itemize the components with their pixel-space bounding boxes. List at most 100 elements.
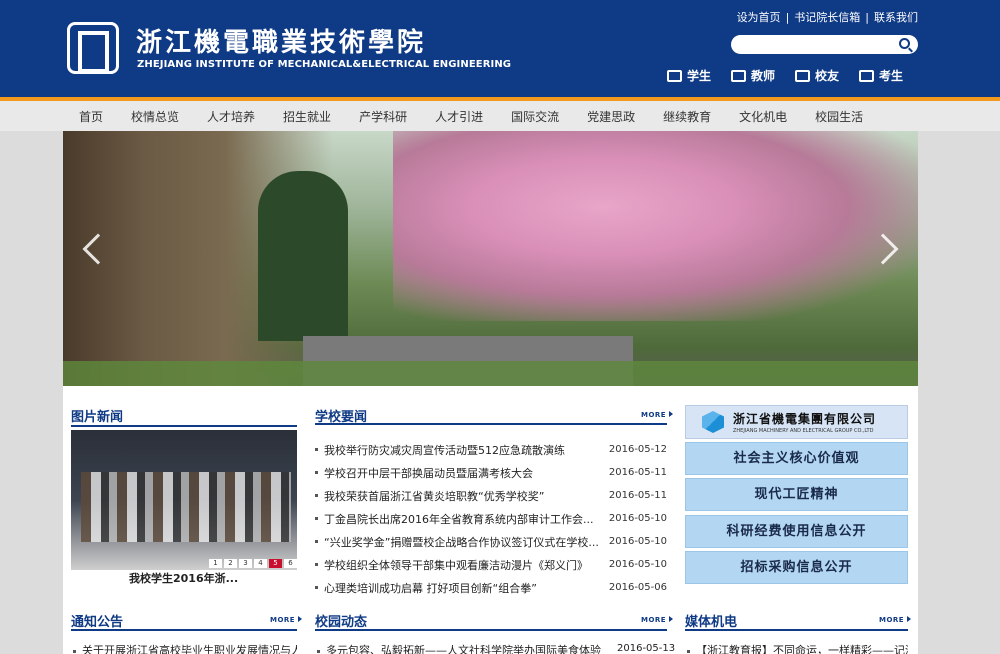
bullet (315, 517, 318, 520)
college-logo-icon[interactable] (67, 22, 119, 74)
group-company-banner[interactable]: 浙江省機電集團有限公司 ZHEJIANG MACHINERY AND ELECT… (685, 405, 908, 439)
news-title[interactable]: 我校荣获首届浙江省黄炎培职教“优秀学校奖” (324, 488, 614, 504)
nav-admissions[interactable]: 招生就业 (283, 108, 331, 125)
news-item[interactable]: 学校组织全体领导干部集中观看廉洁动漫片《郑义门》 2016-05-10 (315, 553, 667, 576)
news-title[interactable]: 学校组织全体领导干部集中观看廉洁动漫片《郑义门》 (324, 557, 614, 573)
school-news-more-link[interactable]: MORE (641, 411, 673, 419)
site-header: 浙江機電職業技術學院 ZHEJIANG INSTITUTE OF MECHANI… (0, 0, 1000, 97)
news-title[interactable]: 我校举行防灾减灾周宣传活动暨512应急疏散演练 (324, 442, 614, 458)
slide-dot[interactable]: 3 (239, 559, 252, 568)
news-item[interactable]: 我校举行防灾减灾周宣传活动暨512应急疏散演练 2016-05-12 (315, 438, 667, 461)
content-area: 图片新闻 1 2 3 4 5 6 我校学生2016年浙... 学校要闻 MORE… (63, 386, 918, 654)
news-item[interactable]: 我校荣获首届浙江省黄炎培职教“优秀学校奖” 2016-05-11 (315, 484, 667, 507)
search-icon[interactable] (899, 38, 910, 49)
news-item[interactable]: 学校召开中层干部换届动员暨届满考核大会 2016-05-11 (315, 461, 667, 484)
main-nav: 首页 校情总览 人才培养 招生就业 产学科研 人才引进 国际交流 党建思政 继续… (0, 101, 1000, 131)
campus-news-title[interactable]: 校园动态 (315, 611, 367, 630)
separator: | (865, 11, 869, 24)
alumni-icon (795, 69, 811, 82)
campus-news-more-link[interactable]: MORE (641, 616, 673, 624)
audience-student[interactable]: 学生 (667, 67, 711, 84)
college-name-en: ZHEJIANG INSTITUTE OF MECHANICAL&ELECTRI… (137, 59, 512, 70)
hero-banner[interactable] (63, 131, 918, 386)
section-divider (685, 629, 908, 631)
separator: | (785, 11, 790, 24)
news-title[interactable]: “兴业奖学金”捐赠暨校企战略合作协议签订仪式在学校... (324, 534, 614, 550)
audience-label: 校友 (815, 69, 840, 83)
news-date: 2016-05-12 (608, 444, 667, 455)
media-more-link[interactable]: MORE (879, 616, 911, 624)
notice-item[interactable]: 关于开展浙江省高校毕业生职业发展情况与人... (73, 642, 297, 654)
nav-continuing-ed[interactable]: 继续教育 (663, 108, 711, 125)
teacher-icon (731, 69, 747, 82)
search-box (731, 35, 918, 54)
bullet (315, 563, 318, 566)
contact-link[interactable]: 联系我们 (874, 11, 918, 24)
news-title[interactable]: 心理类培训成功启幕 打好项目创新“组合拳” (324, 580, 614, 596)
core-values-button[interactable]: 社会主义核心价值观 (685, 442, 908, 475)
notices-title[interactable]: 通知公告 (71, 611, 123, 630)
media-title[interactable]: 媒体机电 (685, 611, 737, 630)
audience-label: 考生 (879, 69, 904, 83)
news-date: 2016-05-06 (608, 582, 667, 593)
bullet (315, 540, 318, 543)
news-date: 2016-05-10 (608, 513, 667, 524)
bullet (317, 649, 320, 653)
audience-alumni[interactable]: 校友 (795, 67, 839, 84)
research-funds-button[interactable]: 科研经费使用信息公开 (685, 515, 908, 548)
college-name-cn[interactable]: 浙江機電職業技術學院 (136, 22, 426, 59)
news-item[interactable]: 心理类培训成功启幕 打好项目创新“组合拳” 2016-05-06 (315, 576, 667, 599)
campus-news-item[interactable]: 多元包容、弘毅拓新——人文社科学院举办国际美食体验... (317, 642, 602, 654)
campus-news-title-text[interactable]: 多元包容、弘毅拓新——人文社科学院举办国际美食体验... (326, 644, 602, 654)
campus-news-date: 2016-05-13 (617, 643, 676, 654)
photo-slide-dots: 1 2 3 4 5 6 (209, 559, 297, 568)
craftsman-spirit-button[interactable]: 现代工匠精神 (685, 478, 908, 511)
news-date: 2016-05-11 (608, 467, 667, 478)
bullet (73, 649, 76, 653)
bullet (315, 494, 318, 497)
notice-title[interactable]: 关于开展浙江省高校毕业生职业发展情况与人... (82, 644, 297, 654)
nav-recruitment[interactable]: 人才引进 (435, 108, 483, 125)
nav-education[interactable]: 人才培养 (207, 108, 255, 125)
news-date: 2016-05-10 (608, 559, 667, 570)
news-item[interactable]: “兴业奖学金”捐赠暨校企战略合作协议签订仪式在学校... 2016-05-10 (315, 530, 667, 553)
search-input[interactable] (739, 37, 889, 52)
section-divider (315, 629, 667, 631)
banner-grass (63, 361, 918, 386)
photo-news-image[interactable]: 1 2 3 4 5 6 (71, 430, 297, 570)
news-date: 2016-05-10 (608, 536, 667, 547)
news-item[interactable]: 丁金昌院长出席2016年全省教育系统内部审计工作会... 2016-05-10 (315, 507, 667, 530)
audience-teacher[interactable]: 教师 (731, 67, 775, 84)
photo-people (81, 472, 291, 542)
set-homepage-link[interactable]: 设为首页 (737, 11, 781, 24)
slide-dot[interactable]: 1 (209, 559, 222, 568)
slide-dot-active[interactable]: 5 (269, 559, 282, 568)
nav-home[interactable]: 首页 (79, 108, 103, 125)
slide-dot[interactable]: 4 (254, 559, 267, 568)
bullet (315, 448, 318, 451)
nav-overview[interactable]: 校情总览 (131, 108, 179, 125)
slide-dot[interactable]: 2 (224, 559, 237, 568)
audience-label: 教师 (751, 69, 776, 83)
news-title[interactable]: 丁金昌院长出席2016年全省教育系统内部审计工作会... (324, 511, 614, 527)
procurement-info-button[interactable]: 招标采购信息公开 (685, 551, 908, 584)
banner-pines (258, 171, 348, 341)
nav-party[interactable]: 党建思政 (587, 108, 635, 125)
photo-news-caption[interactable]: 我校学生2016年浙... (129, 570, 238, 586)
photo-news-title[interactable]: 图片新闻 (71, 406, 123, 425)
nav-research[interactable]: 产学科研 (359, 108, 407, 125)
media-item[interactable]: 【浙江教育报】不同命运，一样精彩——记浙... (687, 642, 908, 654)
media-item-title[interactable]: 【浙江教育报】不同命运，一样精彩——记浙... (696, 644, 908, 654)
audience-applicant[interactable]: 考生 (859, 67, 903, 84)
news-title[interactable]: 学校召开中层干部换届动员暨届满考核大会 (324, 465, 614, 481)
applicant-icon (859, 69, 875, 82)
nav-campus-life[interactable]: 校园生活 (815, 108, 863, 125)
nav-international[interactable]: 国际交流 (511, 108, 559, 125)
bullet (687, 649, 690, 653)
audience-label: 学生 (687, 69, 712, 83)
slide-dot[interactable]: 6 (284, 559, 297, 568)
nav-culture[interactable]: 文化机电 (739, 108, 787, 125)
mailbox-link[interactable]: 书记院长信箱 (794, 11, 860, 24)
top-links: 设为首页 | 书记院长信箱 | 联系我们 (737, 9, 918, 25)
notices-more-link[interactable]: MORE (270, 616, 302, 624)
